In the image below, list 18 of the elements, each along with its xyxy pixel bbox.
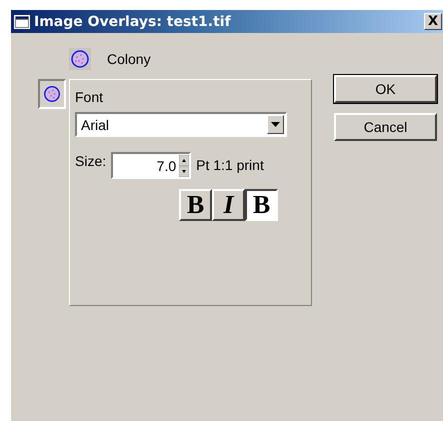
window-title: Image Overlays: test1.tif (34, 14, 232, 30)
background-style-button[interactable]: B (245, 189, 278, 221)
overlay-label: Colony (107, 51, 151, 67)
close-button[interactable]: X (424, 13, 442, 30)
colony-tool-button[interactable] (38, 79, 66, 109)
font-label: Font (75, 89, 104, 105)
size-field[interactable]: 7.0 (111, 152, 192, 179)
ok-button[interactable]: OK (334, 75, 437, 103)
colony-icon (69, 48, 91, 70)
size-label: Size: (75, 153, 106, 169)
colony-icon (42, 84, 62, 104)
spinner-arrows-icon[interactable] (179, 154, 190, 176)
bold-style-button[interactable]: B (179, 189, 212, 221)
font-dropdown[interactable]: Arial (75, 112, 287, 137)
size-unit-label: Pt 1:1 print (196, 157, 264, 173)
italic-style-button[interactable]: I (212, 189, 245, 221)
cancel-button[interactable]: Cancel (334, 113, 437, 141)
window-icon (14, 14, 30, 28)
